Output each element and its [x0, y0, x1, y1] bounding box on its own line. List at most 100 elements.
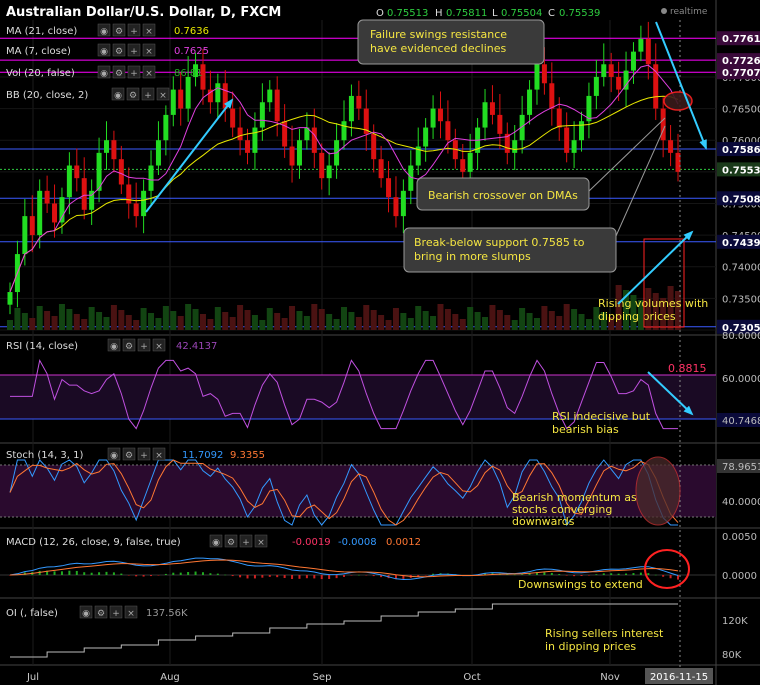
- plus-icon[interactable]: +: [127, 65, 141, 79]
- macd-hist-bar: [291, 575, 294, 579]
- gear-icon[interactable]: ⚙: [112, 23, 126, 37]
- eye-icon[interactable]: ◉: [97, 23, 111, 37]
- svg-text:0.75504: 0.75504: [501, 8, 542, 19]
- volume-bar: [289, 306, 296, 330]
- eye-icon[interactable]: ◉: [111, 87, 125, 101]
- close-icon[interactable]: ×: [152, 338, 166, 352]
- price-tick-label: 0.76500: [722, 105, 760, 116]
- oi-label[interactable]: OI (, false): [6, 608, 58, 619]
- macd-v1: -0.0019: [292, 537, 331, 548]
- ma21-value: 0.7636: [174, 26, 209, 37]
- vol-label[interactable]: Vol (20, false): [6, 68, 75, 79]
- x-tick-label: Aug: [160, 672, 180, 683]
- macd-hist-bar: [632, 573, 635, 575]
- gear-icon[interactable]: ⚙: [94, 605, 108, 619]
- close-icon[interactable]: ×: [124, 605, 138, 619]
- ma7-value: 0.7625: [174, 46, 209, 57]
- x-tick-label: Sep: [313, 672, 332, 683]
- realtime-label: realtime: [670, 7, 708, 17]
- ma21-label[interactable]: MA (21, close): [6, 26, 77, 37]
- candle-body: [608, 64, 614, 77]
- eye-icon[interactable]: ◉: [79, 605, 93, 619]
- candle-body: [170, 89, 176, 115]
- bb-label[interactable]: BB (20, close, 2): [6, 90, 88, 101]
- volume-bar: [96, 312, 103, 330]
- x-axis: Jul Aug Sep Oct Nov 2016-11-15: [26, 668, 713, 684]
- volume-bar: [244, 310, 251, 330]
- candle-body: [178, 89, 184, 109]
- svg-text:+: +: [112, 609, 120, 619]
- candle-body: [163, 114, 169, 141]
- volume-bar: [229, 317, 236, 330]
- candle-body: [512, 140, 518, 153]
- volume-bar: [392, 308, 399, 330]
- svg-text:⚙: ⚙: [125, 451, 133, 461]
- volume-bar: [407, 318, 414, 330]
- svg-text:×: ×: [155, 342, 163, 352]
- candle-body: [630, 51, 636, 71]
- callout-crossover-text: Bearish crossover on DMAs: [428, 189, 578, 202]
- candle-body: [148, 165, 154, 191]
- candle-body: [118, 159, 124, 185]
- volume-bar: [311, 304, 318, 330]
- close-icon[interactable]: ×: [142, 65, 156, 79]
- x-tick-label: Oct: [463, 672, 480, 683]
- eye-icon[interactable]: ◉: [97, 43, 111, 57]
- plus-icon[interactable]: +: [141, 87, 155, 101]
- plus-icon[interactable]: +: [239, 534, 253, 548]
- gear-icon[interactable]: ⚙: [126, 87, 140, 101]
- plus-icon[interactable]: +: [109, 605, 123, 619]
- plus-icon[interactable]: +: [137, 338, 151, 352]
- close-icon[interactable]: ×: [142, 43, 156, 57]
- gear-icon[interactable]: ⚙: [224, 534, 238, 548]
- callout-volumes-line2: dipping prices: [598, 310, 676, 323]
- callout-failure-line2: have evidenced declines: [370, 42, 506, 55]
- gear-icon[interactable]: ⚙: [122, 447, 136, 461]
- candle-body: [103, 140, 109, 153]
- plus-icon[interactable]: +: [127, 43, 141, 57]
- callout-oi-line1: Rising sellers interest: [545, 627, 664, 640]
- ma7-label[interactable]: MA (7, close): [6, 46, 71, 57]
- volume-bar: [58, 304, 65, 330]
- price-tick-label: 0.73500: [722, 294, 760, 305]
- volume-bar: [237, 305, 244, 330]
- stoch-label[interactable]: Stoch (14, 3, 1): [6, 450, 83, 461]
- svg-text:×: ×: [127, 609, 135, 619]
- plus-icon[interactable]: +: [137, 447, 151, 461]
- close-icon[interactable]: ×: [142, 23, 156, 37]
- candle-body: [386, 178, 392, 198]
- volume-bar: [259, 320, 266, 330]
- eye-icon[interactable]: ◉: [97, 65, 111, 79]
- volume-bar: [110, 305, 117, 330]
- macd-hist-bar: [610, 573, 613, 575]
- gear-icon[interactable]: ⚙: [122, 338, 136, 352]
- candle-body: [571, 140, 577, 153]
- volume-bar: [526, 313, 533, 330]
- volume-bar: [192, 309, 199, 330]
- volume-bar: [199, 314, 206, 330]
- volume-bar: [489, 305, 496, 330]
- level-label: 0.75860: [722, 145, 760, 156]
- candle-body: [497, 114, 503, 134]
- volume-bar: [422, 311, 429, 330]
- macd-v3: 0.0012: [386, 537, 421, 548]
- gear-icon[interactable]: ⚙: [112, 65, 126, 79]
- svg-text:⚙: ⚙: [115, 47, 123, 57]
- close-icon[interactable]: ×: [254, 534, 268, 548]
- plus-icon[interactable]: +: [127, 23, 141, 37]
- svg-text:×: ×: [159, 91, 167, 101]
- volume-bar: [415, 306, 422, 330]
- gear-icon[interactable]: ⚙: [112, 43, 126, 57]
- eye-icon[interactable]: ◉: [107, 447, 121, 461]
- eye-icon[interactable]: ◉: [209, 534, 223, 548]
- macd-hist-bar: [313, 575, 316, 579]
- candle-body: [556, 108, 562, 128]
- chart-title: Australian Dollar/U.S. Dollar, D, FXCM: [6, 5, 281, 20]
- macd-label[interactable]: MACD (12, 26, close, 9, false, true): [6, 537, 181, 548]
- volume-bar: [148, 313, 155, 330]
- volume-bar: [452, 314, 459, 330]
- close-icon[interactable]: ×: [152, 447, 166, 461]
- eye-icon[interactable]: ◉: [107, 338, 121, 352]
- close-icon[interactable]: ×: [156, 87, 170, 101]
- rsi-label[interactable]: RSI (14, close): [6, 341, 78, 352]
